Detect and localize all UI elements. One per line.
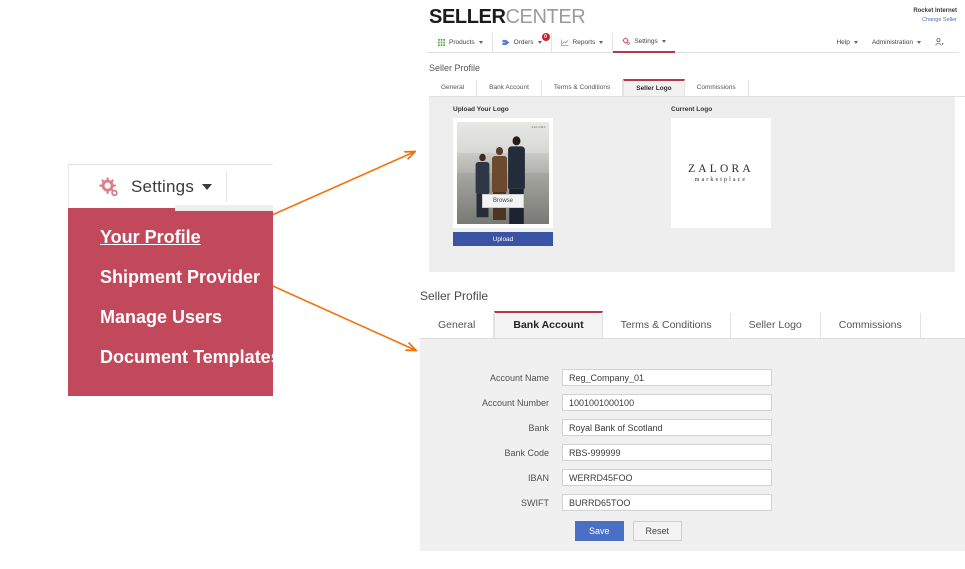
nav-item-administration[interactable]: Administration — [865, 33, 928, 52]
preview-figure — [507, 136, 525, 224]
brand-header: SELLERCENTER Rocket Internet Change Sell… — [419, 0, 965, 32]
nav-item-help[interactable]: Help — [829, 33, 864, 52]
nav-item-settings-label: Settings — [634, 37, 658, 45]
iban-label: IBAN — [527, 472, 549, 483]
tab-commissions[interactable]: Commissions — [685, 80, 749, 96]
account-name-label: Account Name — [489, 372, 549, 383]
bank-account-form: Account Name Account Number Bank Bank Co… — [420, 339, 965, 541]
dropdown-notch — [175, 205, 273, 211]
gear-icon — [99, 176, 119, 197]
main-nav-left: Products Orders 0 Reports Settings — [429, 32, 675, 53]
bank-form-actions: Save Reset — [575, 521, 965, 541]
form-row-account-name: Account Name — [420, 369, 965, 386]
upload-your-logo-label: Upload Your Logo — [453, 106, 509, 113]
seller-logo-section: Seller Profile General Bank Account Term… — [419, 63, 965, 272]
account-name: Rocket Internet — [913, 8, 957, 14]
chevron-down-icon — [661, 39, 666, 43]
chevron-down-icon — [917, 40, 921, 44]
form-row-bank: Bank — [420, 419, 965, 436]
logo-preview-image: ZALORA Browse — [457, 122, 549, 224]
account-name-input[interactable] — [562, 369, 772, 386]
tab-seller-logo[interactable]: Seller Logo — [623, 79, 685, 96]
bank-account-form-panel: Account Name Account Number Bank Bank Co… — [420, 339, 965, 551]
nav-item-administration-label: Administration — [871, 38, 913, 46]
tag-icon — [502, 39, 510, 46]
settings-button-divider — [226, 171, 227, 202]
form-row-account-number: Account Number — [420, 394, 965, 411]
account-number-label: Account Number — [481, 397, 549, 408]
iban-input[interactable] — [562, 469, 772, 486]
nav-item-reports-label: Reports — [572, 38, 596, 46]
menu-item-shipment-provider[interactable]: Shipment Provider — [68, 266, 273, 288]
bank-account-section: Seller Profile General Bank Account Term… — [419, 289, 965, 551]
account-block: Rocket Internet Change Seller — [913, 7, 957, 25]
chevron-down-icon — [537, 40, 542, 44]
tab-general[interactable]: General — [429, 80, 478, 96]
tab-terms-conditions[interactable]: Terms & Conditions — [542, 80, 624, 96]
nav-item-orders-label: Orders — [513, 38, 534, 46]
logo-upload-box[interactable]: ZALORA Browse — [453, 118, 553, 228]
chevron-down-icon — [853, 40, 858, 44]
grid-icon — [438, 38, 445, 46]
gear-icon — [622, 37, 631, 45]
tab-lg-seller-logo[interactable]: Seller Logo — [731, 313, 821, 338]
settings-menu-button[interactable]: Settings — [68, 164, 273, 208]
app-logo-bold: SELLER — [429, 6, 506, 28]
seller-logo-tabbar: General Bank Account Terms & Conditions … — [429, 79, 965, 97]
bank-input[interactable] — [562, 419, 772, 436]
nav-item-products[interactable]: Products — [429, 32, 493, 52]
form-row-swift: SWIFT — [420, 494, 965, 511]
bank-account-page-title: Seller Profile — [420, 289, 489, 303]
app-logo: SELLERCENTER — [429, 6, 586, 28]
user-menu[interactable] — [928, 33, 955, 52]
app-logo-light: CENTER — [505, 6, 586, 28]
current-logo-line2: marketplace — [694, 177, 748, 183]
nav-item-orders[interactable]: Orders 0 — [493, 32, 552, 52]
tab-lg-terms-conditions[interactable]: Terms & Conditions — [603, 313, 731, 338]
current-logo-line1: ZALORA — [688, 163, 754, 175]
bank-label: Bank — [528, 422, 549, 433]
tab-lg-bank-account[interactable]: Bank Account — [494, 311, 603, 338]
swift-label: SWIFT — [521, 497, 549, 508]
save-button[interactable]: Save — [575, 521, 624, 541]
nav-item-reports[interactable]: Reports — [552, 32, 614, 52]
swift-input[interactable] — [562, 494, 772, 511]
preview-figure — [491, 146, 507, 220]
tab-lg-commissions[interactable]: Commissions — [821, 313, 921, 338]
seller-center-app-pane: SELLERCENTER Rocket Internet Change Sell… — [419, 0, 965, 569]
settings-button-label: Settings — [131, 176, 195, 196]
main-navigation: Products Orders 0 Reports Settings Help … — [427, 32, 959, 53]
nav-item-help-label: Help — [836, 38, 850, 46]
form-row-bank-code: Bank Code — [420, 444, 965, 461]
tab-bank-account[interactable]: Bank Account — [477, 80, 542, 96]
reset-button[interactable]: Reset — [632, 521, 683, 541]
bank-code-label: Bank Code — [504, 447, 549, 458]
current-logo-image: ZALORA marketplace — [671, 118, 771, 228]
menu-item-manage-users[interactable]: Manage Users — [68, 306, 273, 328]
menu-item-your-profile[interactable]: Your Profile — [68, 226, 273, 248]
upload-button[interactable]: Upload — [453, 232, 553, 246]
account-number-input[interactable] — [562, 394, 772, 411]
settings-dropdown-menu: Your Profile Shipment Provider Manage Us… — [68, 208, 281, 396]
preview-watermark: ZALORA — [531, 125, 546, 129]
bank-code-input[interactable] — [562, 444, 772, 461]
seller-logo-page-title: Seller Profile — [429, 63, 481, 73]
user-icon — [935, 38, 944, 46]
chart-icon — [560, 38, 569, 46]
nav-item-settings[interactable]: Settings — [613, 32, 675, 53]
browse-button[interactable]: Browse — [481, 194, 525, 208]
current-logo-label: Current Logo — [671, 106, 713, 113]
chevron-down-icon — [202, 183, 213, 190]
orders-badge: 0 — [541, 32, 550, 41]
tab-lg-general[interactable]: General — [420, 313, 495, 338]
menu-item-document-templates[interactable]: Document Templates — [68, 346, 281, 368]
bank-account-tabbar: General Bank Account Terms & Conditions … — [420, 311, 965, 339]
nav-item-products-label: Products — [449, 38, 475, 46]
main-nav-right: Help Administration — [829, 32, 955, 52]
chevron-down-icon — [478, 40, 483, 44]
chevron-down-icon — [599, 40, 604, 44]
seller-logo-panel: Upload Your Logo Current Logo ZALORA Bro… — [429, 97, 955, 272]
change-seller-link[interactable]: Change Seller — [913, 16, 957, 25]
form-row-iban: IBAN — [420, 469, 965, 486]
